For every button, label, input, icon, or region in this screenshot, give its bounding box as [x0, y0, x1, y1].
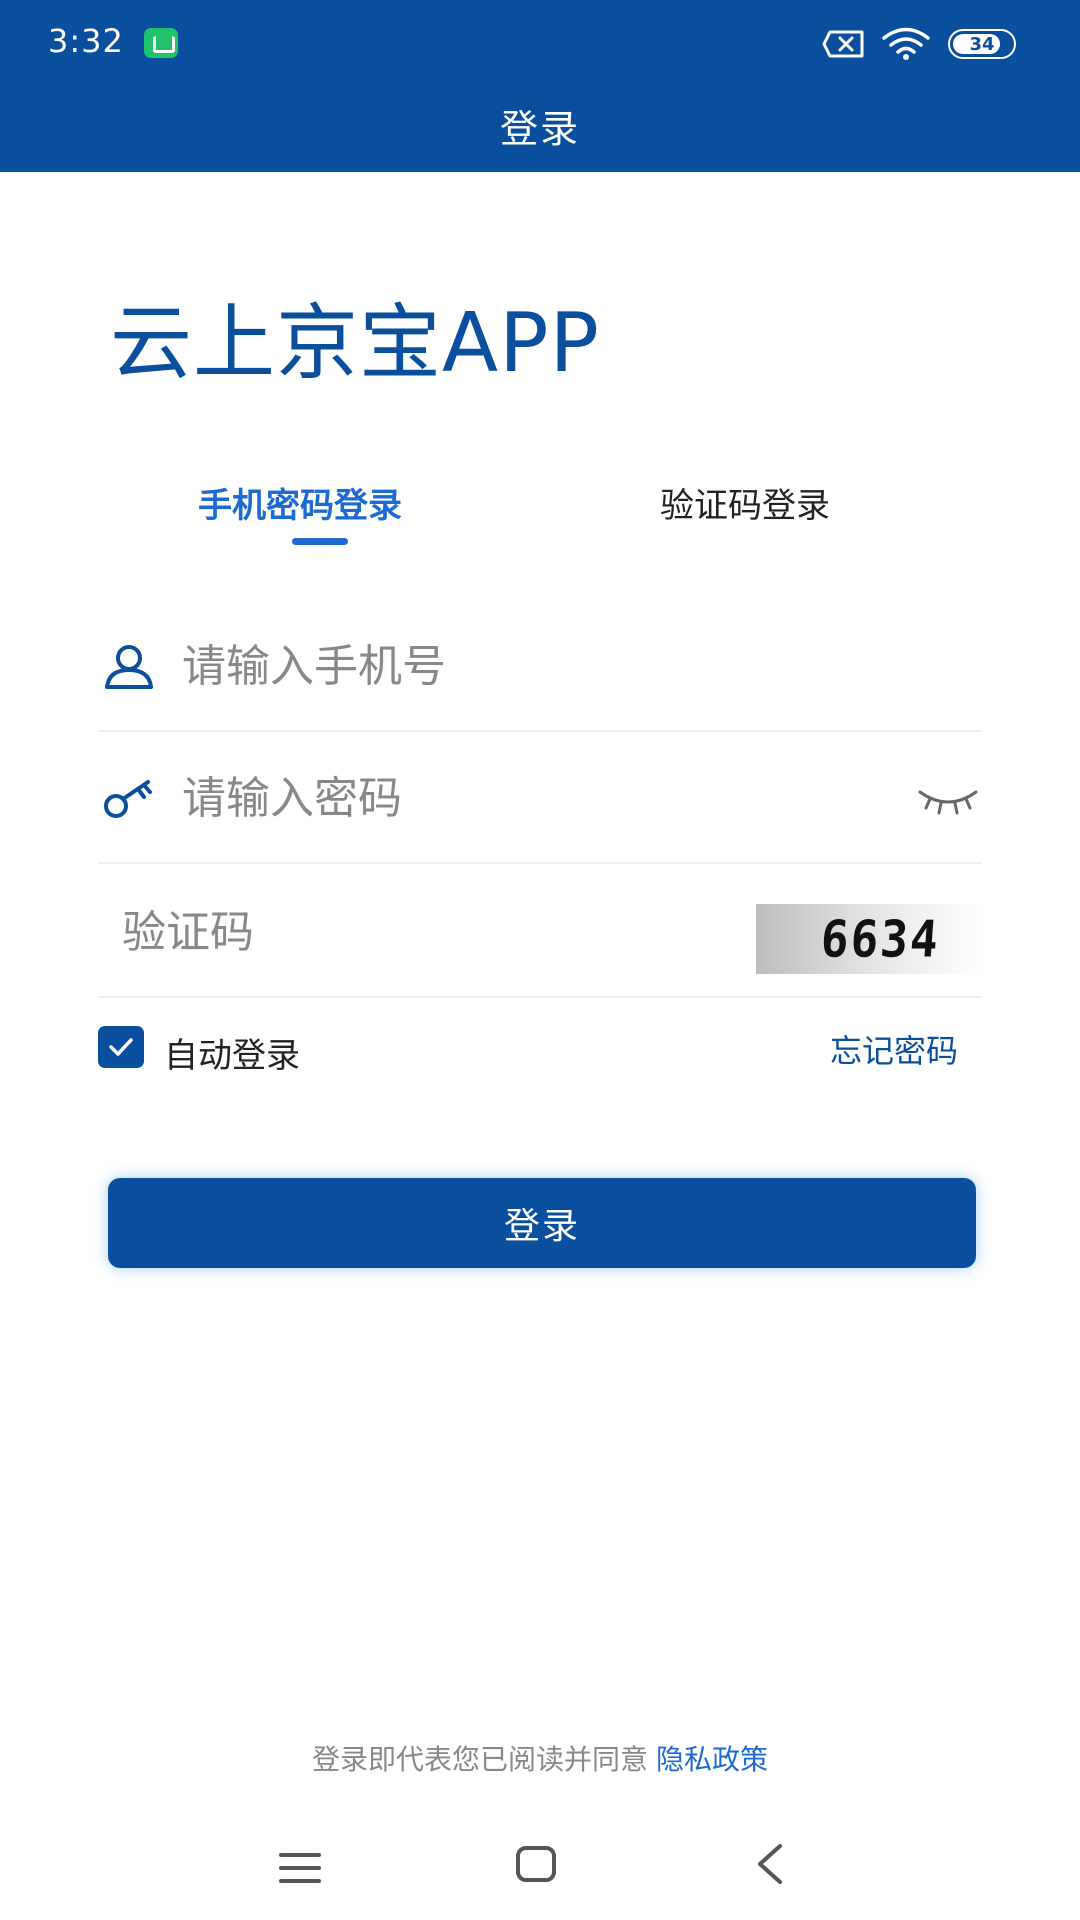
phone-field	[98, 598, 982, 732]
user-icon	[105, 645, 153, 689]
wifi-icon	[882, 27, 930, 60]
phone-input[interactable]	[182, 628, 822, 704]
back-icon[interactable]	[752, 1842, 786, 1886]
status-time: 3:32	[48, 22, 124, 60]
key-icon	[104, 780, 152, 818]
eye-closed-icon[interactable]	[916, 786, 980, 816]
forgot-password-link[interactable]: 忘记密码	[830, 1026, 958, 1072]
login-options: 自动登录 忘记密码	[98, 1024, 978, 1077]
checkmark-icon	[109, 1038, 133, 1056]
password-field	[98, 730, 982, 864]
app-brand-title: 云上京宝APP	[110, 296, 600, 391]
sim-error-icon	[822, 30, 864, 58]
notification-app-icon	[144, 28, 178, 58]
app-header: 3:32 34 登录	[0, 0, 1080, 172]
captcha-image[interactable]: 6634	[756, 904, 982, 974]
privacy-notice: 登录即代表您已阅读并同意 隐私政策	[0, 1738, 1080, 1778]
battery-icon: 34	[948, 29, 1016, 59]
status-indicators: 34	[822, 24, 1016, 64]
home-icon[interactable]	[514, 1844, 558, 1884]
battery-level: 34	[969, 33, 995, 55]
active-tab-indicator	[292, 538, 348, 545]
auto-login-checkbox[interactable]	[98, 1026, 144, 1068]
password-input[interactable]	[182, 760, 822, 836]
login-button[interactable]: 登录	[108, 1178, 976, 1268]
menu-icon[interactable]	[278, 1850, 322, 1886]
captcha-field: 6634	[98, 864, 982, 998]
privacy-policy-link[interactable]: 隐私政策	[656, 1743, 768, 1776]
tab-phone-password[interactable]: 手机密码登录	[198, 478, 402, 527]
system-navigation-bar	[0, 1830, 1080, 1910]
auto-login-label[interactable]: 自动登录	[164, 1028, 300, 1077]
agreement-text: 登录即代表您已阅读并同意	[311, 1743, 648, 1776]
login-tabs: 手机密码登录 验证码登录	[0, 478, 1080, 558]
page-title: 登录	[499, 107, 580, 151]
captcha-text: 6634	[819, 909, 943, 969]
captcha-input[interactable]	[122, 894, 762, 970]
tab-sms-code[interactable]: 验证码登录	[660, 478, 830, 527]
